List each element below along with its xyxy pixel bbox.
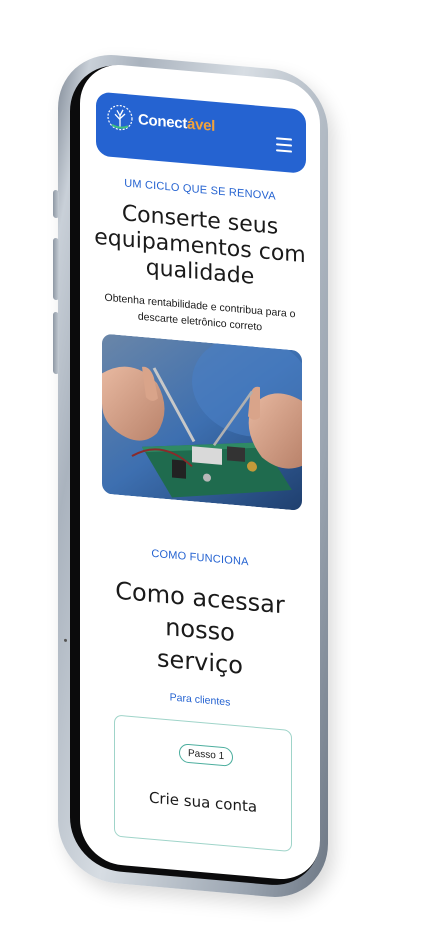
logo-wordmark: Conectável: [138, 111, 215, 135]
how-it-works-eyebrow: COMO FUNCIONA: [151, 547, 249, 569]
volume-down-button: [53, 311, 59, 375]
site-header: Conectável: [96, 91, 306, 174]
logo-prefix: Conect: [138, 110, 188, 132]
phone-screen: Conectável UM CICLO QUE SE RENOVA Conser…: [80, 61, 320, 883]
step-card: Passo 1 Crie sua conta: [114, 714, 292, 853]
screen-content: Conectável UM CICLO QUE SE RENOVA Conser…: [80, 62, 320, 862]
circuit-board-repair-photo: [102, 333, 302, 511]
step-badge: Passo 1: [179, 743, 234, 767]
step-title: Crie sua conta: [148, 788, 258, 816]
logo-suffix: ável: [187, 114, 216, 135]
microphone-dot: [64, 638, 67, 642]
logo[interactable]: Conectável: [106, 102, 215, 140]
volume-up-button: [53, 237, 59, 301]
hamburger-menu-icon[interactable]: [276, 137, 292, 153]
audience-link-clients[interactable]: Para clientes: [80, 684, 320, 717]
tree-logo-icon: [107, 104, 133, 131]
mockup-stage: Conectável UM CICLO QUE SE RENOVA Conser…: [0, 0, 430, 932]
silent-switch: [53, 189, 59, 219]
repair-photo-illustration: [102, 333, 302, 511]
